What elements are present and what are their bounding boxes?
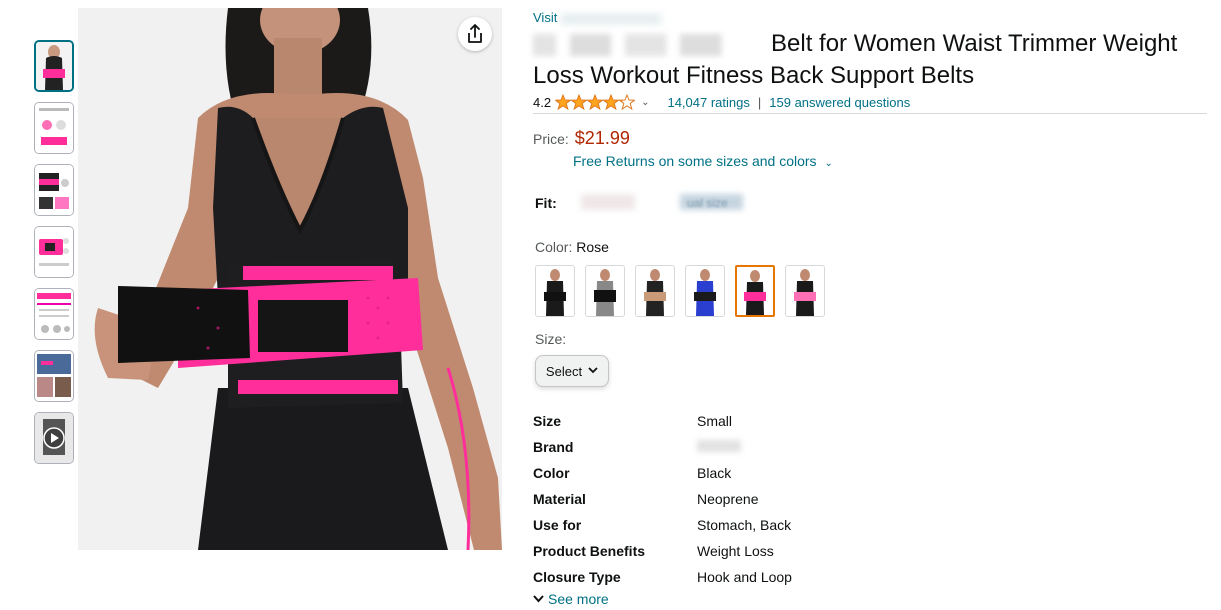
color-swatch-rose[interactable] (735, 265, 775, 317)
star-icon (602, 94, 620, 110)
detail-key: Color (533, 465, 570, 481)
detail-row: Color Black (533, 460, 933, 486)
rating-separator: | (757, 94, 762, 110)
free-returns-link[interactable]: Free Returns on some sizes and colors ⌄ (573, 153, 833, 169)
star-rating-icon[interactable] (555, 94, 636, 110)
fit-value-partial: ual size (687, 196, 728, 210)
brand-value-blurred (697, 440, 741, 452)
detail-value: Small (697, 413, 733, 429)
share-button[interactable] (458, 17, 492, 51)
ratings-count-link[interactable]: 14,047 ratings (667, 95, 749, 110)
thumbnail-5[interactable] (34, 288, 74, 340)
detail-row: Product Benefits Weight Loss (533, 538, 933, 564)
thumbnail-4[interactable] (34, 226, 74, 278)
thumbnail-strip (34, 40, 74, 474)
color-label: Color: Rose (535, 239, 609, 255)
detail-key: Closure Type (533, 569, 621, 585)
see-more-label: See more (548, 591, 609, 607)
detail-key: Brand (533, 439, 574, 455)
color-swatch-pink[interactable] (785, 265, 825, 317)
chevron-down-icon (588, 365, 598, 377)
product-details-table: Size Small Brand Color Black Material Neoprene… (533, 408, 933, 590)
price-label: Price: (533, 131, 569, 147)
star-icon (570, 94, 588, 110)
detail-key: Use for (533, 517, 582, 533)
brand-name-blurred (560, 13, 661, 24)
visit-label: Visit (533, 10, 558, 25)
chevron-down-icon[interactable]: ⌄ (641, 97, 649, 108)
brand-store-link[interactable]: Visit (533, 10, 661, 25)
product-title: Belt for Women Waist Trimmer Weight Loss… (533, 28, 1201, 92)
thumbnail-video[interactable] (34, 412, 74, 464)
color-selected-value: Rose (576, 239, 609, 255)
color-swatches (535, 265, 835, 317)
detail-value (697, 434, 933, 460)
see-more-link[interactable]: See more (533, 591, 609, 607)
detail-key: Size (533, 413, 562, 429)
detail-value: Weight Loss (697, 543, 774, 559)
share-icon (468, 24, 482, 43)
thumbnail-6[interactable] (34, 350, 74, 402)
thumbnail-3[interactable] (34, 164, 74, 216)
detail-row: Material Neoprene (533, 486, 933, 512)
size-dropdown[interactable]: Select (535, 355, 609, 387)
chevron-down-icon: ⌄ (824, 158, 833, 169)
price-value: $21.99 (574, 128, 630, 148)
thumbnail-2[interactable] (34, 102, 74, 154)
detail-row: Use for Stomach, Back (533, 512, 933, 538)
fit-label: Fit: (535, 195, 557, 211)
color-label-text: Color: (535, 239, 573, 255)
thumbnail-1[interactable] (34, 40, 74, 92)
detail-row: Brand (533, 434, 933, 460)
chevron-down-icon (533, 592, 544, 606)
detail-key: Material (533, 491, 586, 507)
price-row: Price: $21.99 (533, 128, 630, 149)
answered-questions-link[interactable]: 159 answered questions (769, 95, 910, 110)
star-icon (618, 94, 636, 110)
color-swatch-black[interactable] (535, 265, 575, 317)
detail-value: Hook and Loop (697, 569, 792, 585)
detail-row: Size Small (533, 408, 933, 434)
color-swatch-blue[interactable] (685, 265, 725, 317)
divider (533, 113, 1207, 114)
free-returns-text: Free Returns on some sizes and colors (573, 153, 817, 169)
size-dropdown-label: Select (545, 363, 583, 379)
detail-value: Black (697, 465, 732, 481)
star-icon (586, 94, 604, 110)
title-brand-blurred (533, 33, 763, 56)
star-icon (555, 94, 572, 110)
rating-value: 4.2 (533, 94, 552, 110)
detail-value: Neoprene (697, 491, 759, 507)
color-swatch-gray[interactable] (585, 265, 625, 317)
rating-row: 4.2 ⌄ 14,047 ratings | 159 answered ques… (533, 94, 910, 110)
color-swatch-beige[interactable] (635, 265, 675, 317)
detail-value: Stomach, Back (697, 517, 792, 533)
detail-row: Closure Type Hook and Loop (533, 564, 933, 590)
main-product-image[interactable] (78, 8, 502, 550)
size-label: Size: (535, 331, 567, 347)
detail-key: Product Benefits (533, 543, 646, 559)
